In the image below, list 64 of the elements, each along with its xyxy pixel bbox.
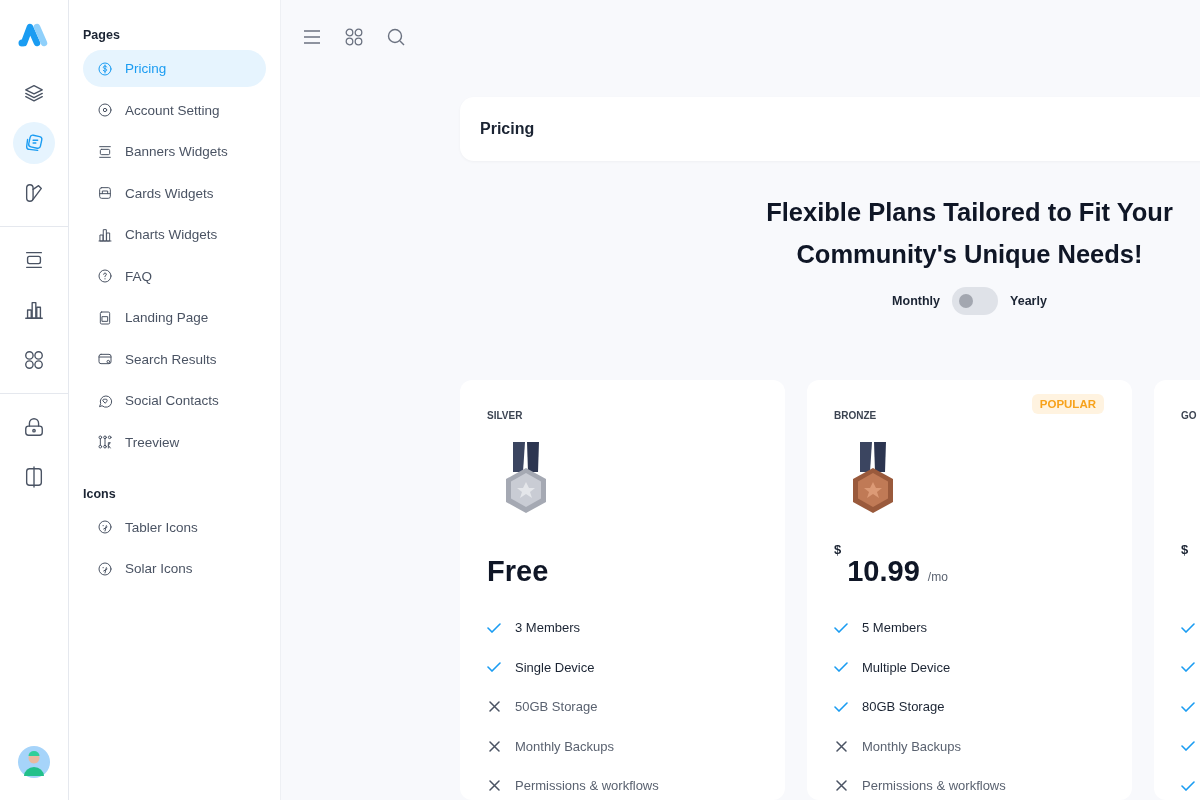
feature-text: Single Device [515, 659, 595, 675]
help-icon [97, 268, 113, 284]
plan-name: GO [1181, 410, 1198, 423]
search-icon [387, 27, 405, 46]
plan-price: 10.99 [847, 555, 920, 588]
menu-icon [303, 29, 321, 44]
nav-item[interactable]: Charts Widgets [83, 216, 266, 253]
nav-item[interactable]: Tabler Icons [83, 508, 266, 546]
plan-price: Free [487, 555, 549, 588]
nav-item[interactable]: Banners Widgets [83, 133, 266, 170]
feature-text: Multiple Device [862, 659, 951, 675]
feature-text: Monthly Backups [862, 738, 961, 754]
apps-icon [23, 349, 45, 371]
price-period: /mo [927, 570, 948, 584]
banner-icon [97, 143, 113, 160]
nav-item[interactable]: Solar Icons [83, 550, 266, 587]
bar-chart-icon [97, 226, 113, 243]
nav-item[interactable]: Account Setting [83, 91, 266, 129]
bar-chart-icon [23, 299, 45, 321]
chat-heart-icon [97, 392, 113, 409]
nav-item[interactable]: FAQ [83, 257, 266, 295]
feature-text: Permissions & workflows [862, 778, 1006, 794]
apps-button[interactable] [345, 27, 363, 46]
headline: Flexible Plans Tailored to Fit Your Community's Unique Needs! [765, 197, 1174, 270]
plan-name: BRONZE [834, 410, 878, 423]
currency-symbol: $ [834, 542, 842, 557]
section-title: Pages [83, 28, 121, 42]
currency-symbol: $ [1181, 542, 1189, 557]
layers-icon [23, 82, 45, 104]
feature-text: 5 Members [862, 620, 928, 636]
search-window-icon [97, 351, 113, 367]
card-icon [97, 185, 113, 201]
feature-text: 50GB Storage [515, 699, 598, 715]
feature-text: 3 Members [515, 620, 581, 636]
feature-text: 80GB Storage [862, 699, 945, 715]
palette-icon [97, 519, 113, 535]
pages-icon [23, 132, 45, 154]
nav-item[interactable]: Social Contacts [83, 382, 266, 419]
billing-toggle[interactable] [952, 287, 999, 315]
nav-item[interactable]: Search Results [83, 340, 266, 378]
nav-item[interactable]: Landing Page [83, 299, 266, 336]
page-title: Pricing [480, 120, 535, 138]
popular-badge: POPULAR [1031, 394, 1104, 414]
billing-label: Monthly [892, 294, 941, 308]
leaf-icon [23, 182, 45, 204]
split-view-icon [23, 466, 45, 488]
logo-icon [18, 22, 50, 48]
menu-button[interactable] [303, 29, 321, 44]
feature-text: Monthly Backups [515, 738, 614, 754]
nav-item[interactable]: Cards Widgets [83, 174, 266, 212]
target-icon [97, 102, 113, 118]
billing-label: Yearly [1010, 294, 1047, 308]
plan-name: SILVER [487, 410, 524, 423]
nav-item[interactable]: Treeview [83, 423, 266, 461]
apps-icon [345, 27, 363, 46]
section-title: Icons [83, 486, 117, 501]
lock-icon [23, 416, 45, 438]
tree-icon [97, 434, 113, 450]
banner-icon [23, 249, 45, 271]
search-button[interactable] [387, 27, 405, 46]
page-icon [97, 309, 113, 326]
dollar-icon [97, 60, 113, 77]
palette-icon [97, 560, 113, 577]
feature-text: Permissions & workflows [515, 778, 659, 794]
